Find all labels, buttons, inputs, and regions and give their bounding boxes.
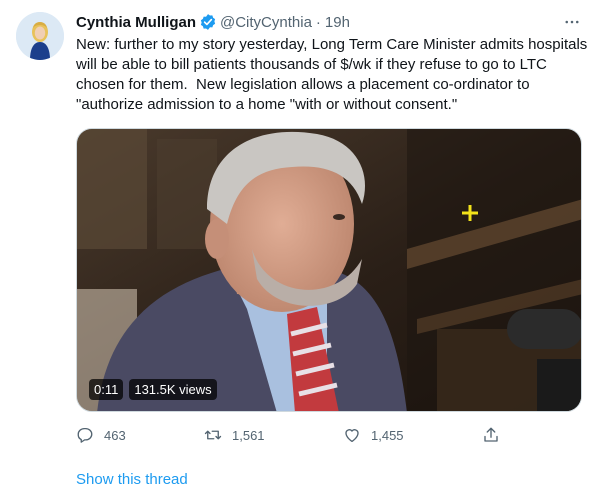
tweet: Cynthia Mulligan @CityCynthia · 19h New:… bbox=[0, 0, 598, 503]
retweet-icon bbox=[204, 430, 222, 440]
header-separator: · bbox=[315, 13, 321, 31]
retweet-count: 1,561 bbox=[232, 427, 265, 443]
reply-button[interactable]: 463 bbox=[76, 424, 126, 446]
reply-icon bbox=[77, 427, 93, 443]
reply-count: 463 bbox=[104, 427, 126, 443]
video-overlay-badges: 0:11 131.5K views bbox=[89, 379, 217, 400]
share-button[interactable] bbox=[482, 424, 500, 446]
video-frame bbox=[77, 129, 581, 411]
retweet-button[interactable]: 1,561 bbox=[204, 424, 265, 446]
author-handle[interactable]: @CityCynthia bbox=[220, 14, 312, 31]
heart-icon bbox=[345, 429, 359, 443]
video-views: 131.5K views bbox=[129, 379, 217, 400]
share-icon bbox=[484, 427, 498, 442]
more-options-icon[interactable] bbox=[562, 12, 582, 32]
show-thread-link[interactable]: Show this thread bbox=[76, 471, 188, 488]
tweet-header: Cynthia Mulligan @CityCynthia · 19h bbox=[76, 12, 350, 32]
video-player[interactable]: 0:11 131.5K views bbox=[76, 128, 582, 412]
author-name[interactable]: Cynthia Mulligan bbox=[76, 14, 196, 31]
video-duration: 0:11 bbox=[89, 379, 124, 400]
like-count: 1,455 bbox=[371, 427, 404, 443]
tweet-timestamp[interactable]: 19h bbox=[325, 14, 350, 31]
verified-badge-icon bbox=[199, 13, 217, 31]
tweet-text: New: further to my story yesterday, Long… bbox=[76, 36, 592, 113]
like-button[interactable]: 1,455 bbox=[343, 424, 404, 446]
tweet-actions: 463 1,561 1,455 bbox=[76, 424, 506, 446]
author-avatar[interactable] bbox=[16, 12, 64, 60]
